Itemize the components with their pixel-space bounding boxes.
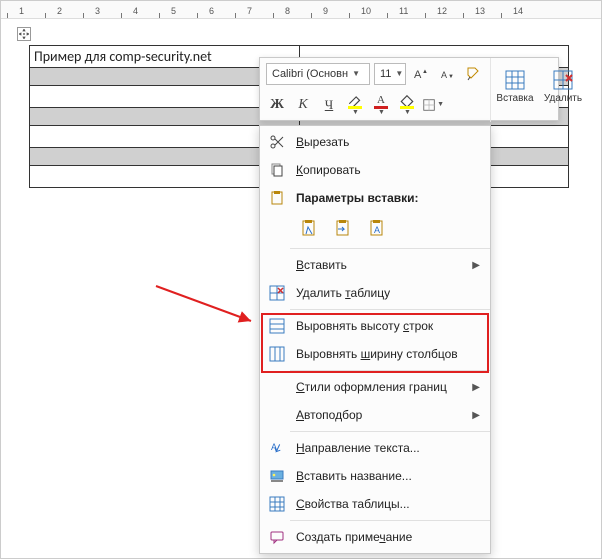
- grow-font-button[interactable]: A▲: [410, 63, 432, 85]
- menu-label: Параметры вставки:: [296, 191, 480, 205]
- font-size-combo[interactable]: 11 ▼: [374, 63, 406, 85]
- menu-paste-options-heading: Параметры вставки:: [260, 184, 490, 212]
- menu-distribute-cols[interactable]: Выровнять ширину столбцов: [260, 340, 490, 368]
- menu-table-properties[interactable]: Свойства таблицы...: [260, 490, 490, 518]
- font-name-value: Calibri (Основн: [272, 68, 348, 80]
- menu-label: Вырезать: [296, 135, 480, 149]
- distribute-cols-icon: [268, 345, 286, 363]
- chevron-down-icon: ▼: [404, 109, 411, 116]
- paste-options-row: A: [260, 212, 490, 246]
- font-color-button[interactable]: A ▼: [370, 94, 392, 116]
- menu-distribute-rows[interactable]: Выровнять высоту строк: [260, 312, 490, 340]
- table-move-handle[interactable]: [17, 27, 31, 41]
- chevron-right-icon: ▶: [472, 260, 480, 271]
- svg-text:A: A: [374, 225, 380, 235]
- shrink-font-button[interactable]: A▼: [436, 63, 458, 85]
- caption-icon: [268, 467, 286, 485]
- blank-icon: [268, 256, 286, 274]
- delete-table-icon: [268, 284, 286, 302]
- chevron-down-icon: ▼: [437, 101, 444, 108]
- clipboard-icon: [268, 189, 286, 207]
- menu-delete-table[interactable]: Удалить таблицу: [260, 279, 490, 307]
- svg-text:▼: ▼: [448, 74, 454, 80]
- blank-icon: [268, 406, 286, 424]
- menu-label: Стили оформления границ: [296, 380, 462, 394]
- svg-text:A: A: [414, 69, 422, 81]
- chevron-down-icon: ▼: [352, 69, 360, 78]
- menu-label: Создать примечание: [296, 530, 480, 544]
- menu-label: Вставить: [296, 258, 462, 272]
- menu-cut[interactable]: Вырезать: [260, 128, 490, 156]
- chevron-down-icon: ▼: [395, 69, 403, 78]
- borders-button[interactable]: ▼: [422, 94, 444, 116]
- mini-toolbar: Calibri (Основн ▼ 11 ▼ A▲ A▼ Ж К Ч ▼: [259, 57, 559, 121]
- menu-label: Выровнять высоту строк: [296, 319, 480, 333]
- chevron-right-icon: ▶: [472, 382, 480, 393]
- bold-button[interactable]: Ж: [266, 94, 288, 116]
- separator: [290, 520, 490, 521]
- svg-text:▲: ▲: [422, 69, 428, 75]
- menu-label: Свойства таблицы...: [296, 497, 480, 511]
- menu-label: Автоподбор: [296, 408, 462, 422]
- comment-icon: [268, 528, 286, 546]
- menu-insert[interactable]: Вставить ▶: [260, 251, 490, 279]
- menu-text-direction[interactable]: A Направление текста...: [260, 434, 490, 462]
- highlight-color-button[interactable]: ▼: [344, 94, 366, 116]
- scissors-icon: [268, 133, 286, 151]
- svg-text:A: A: [441, 70, 447, 80]
- chevron-right-icon: ▶: [472, 410, 480, 421]
- paste-text-only-button[interactable]: A: [364, 216, 392, 242]
- chevron-down-icon: ▼: [352, 109, 359, 116]
- delete-menu-button[interactable]: Удалить: [539, 58, 587, 114]
- menu-label: Направление текста...: [296, 441, 480, 455]
- menu-insert-caption[interactable]: Вставить название...: [260, 462, 490, 490]
- horizontal-ruler: 1 2 3 4 5 6 7 8 9 10 11 12 13 14: [1, 1, 601, 19]
- distribute-rows-icon: [268, 317, 286, 335]
- insert-menu-button[interactable]: Вставка: [491, 58, 539, 114]
- paste-keep-source-button[interactable]: [296, 216, 324, 242]
- menu-new-comment[interactable]: Создать примечание: [260, 523, 490, 551]
- italic-button[interactable]: К: [292, 94, 314, 116]
- menu-label: Выровнять ширину столбцов: [296, 347, 480, 361]
- font-name-combo[interactable]: Calibri (Основн ▼: [266, 63, 370, 85]
- paste-merge-button[interactable]: [330, 216, 358, 242]
- table-context-menu: Вырезать Копировать Параметры вставки: A…: [259, 125, 491, 554]
- underline-button[interactable]: Ч: [318, 94, 340, 116]
- format-painter-button[interactable]: [462, 63, 484, 85]
- menu-autofit[interactable]: Автоподбор ▶: [260, 401, 490, 429]
- table-properties-icon: [268, 495, 286, 513]
- blank-icon: [268, 378, 286, 396]
- text-direction-icon: A: [268, 439, 286, 457]
- menu-label: Копировать: [296, 163, 480, 177]
- font-size-value: 11: [380, 68, 391, 80]
- chevron-down-icon: ▼: [378, 109, 385, 116]
- menu-label: Вставить название...: [296, 469, 480, 483]
- delete-label: Удалить: [544, 93, 582, 104]
- menu-label: Удалить таблицу: [296, 286, 480, 300]
- menu-border-styles[interactable]: Стили оформления границ ▶: [260, 373, 490, 401]
- separator: [290, 248, 490, 249]
- shading-button[interactable]: ▼: [396, 94, 418, 116]
- separator: [290, 431, 490, 432]
- insert-label: Вставка: [496, 93, 533, 104]
- separator: [290, 309, 490, 310]
- menu-copy[interactable]: Копировать: [260, 156, 490, 184]
- copy-icon: [268, 161, 286, 179]
- separator: [290, 370, 490, 371]
